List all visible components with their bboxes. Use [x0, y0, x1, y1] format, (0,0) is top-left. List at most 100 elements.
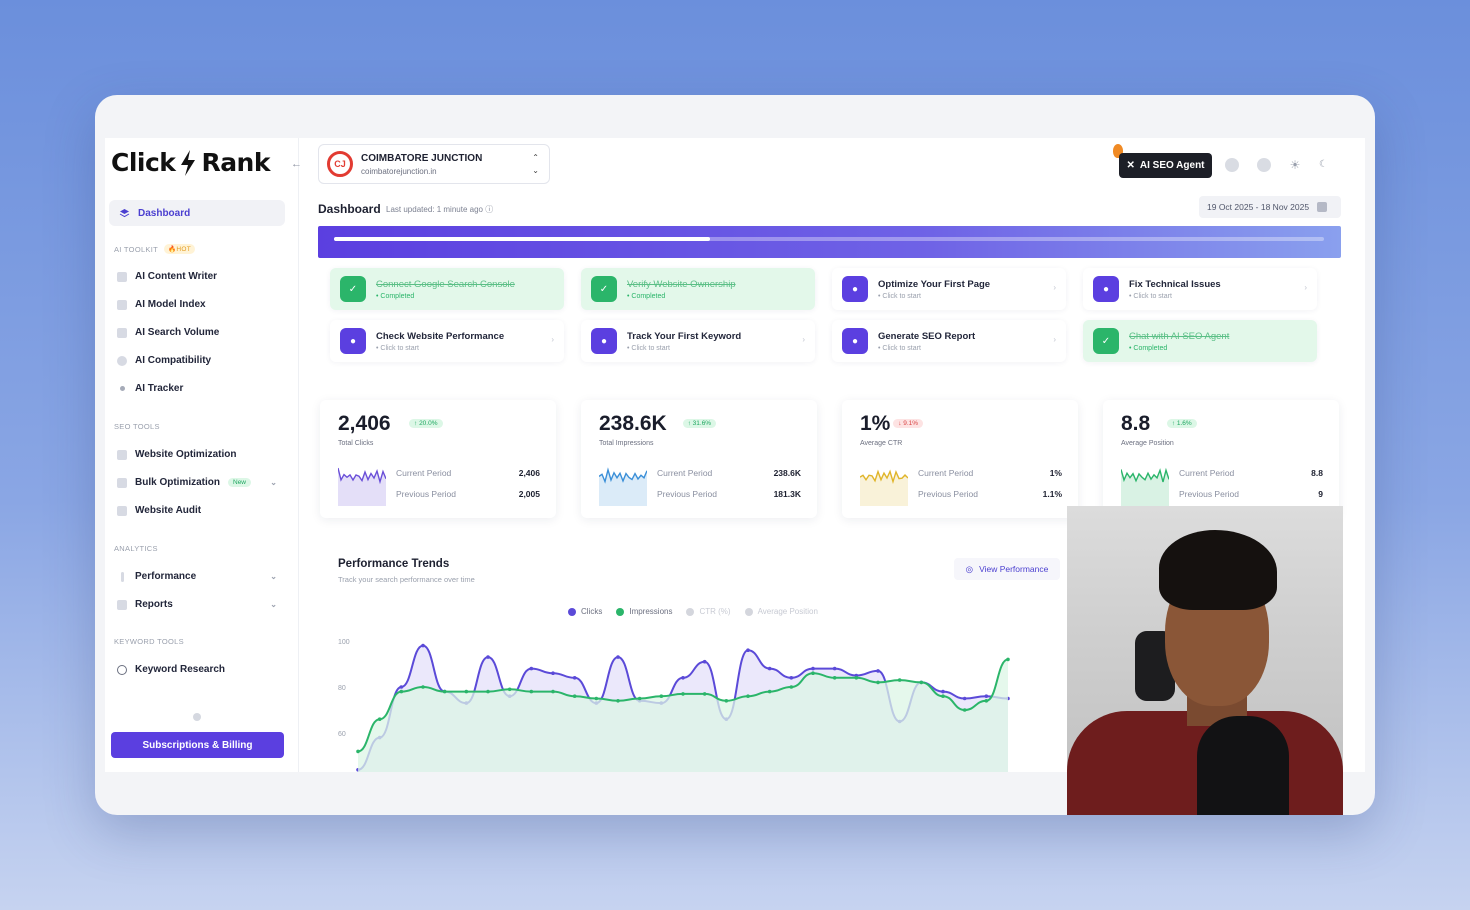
data-point[interactable] — [572, 676, 577, 680]
sun-icon[interactable]: ☀ — [1288, 158, 1302, 172]
last-updated-text: Last updated: 1 minute ago — [386, 205, 483, 214]
data-point[interactable] — [594, 696, 599, 701]
data-point[interactable] — [941, 689, 945, 694]
task-card[interactable]: ✓ Verify Website Ownership • Completed — [581, 268, 815, 310]
data-point[interactable] — [767, 666, 772, 671]
data-point[interactable] — [486, 689, 490, 694]
sidebar-item-keyword-research[interactable]: Keyword Research — [117, 664, 277, 675]
task-card[interactable]: ● Check Website Performance • Click to sta… — [330, 320, 564, 362]
data-point[interactable] — [811, 671, 815, 675]
task-card[interactable]: ● Track Your First Keyword • Click to star… — [581, 320, 815, 362]
metric-card[interactable]: 1% ↓ 9.1% Average CTR Current Period 1% Previ… — [842, 400, 1078, 518]
metric-card[interactable]: 8.8 ↑ 1.6% Average Position Current Period 8… — [1103, 400, 1339, 518]
rocket-icon — [117, 449, 127, 460]
sidebar-item-ai-model-index[interactable]: AI Model Index — [117, 299, 277, 310]
metric-card[interactable]: 2,406 ↑ 20.0% Total Clicks Current Period 2,… — [320, 400, 556, 518]
data-point[interactable] — [962, 696, 967, 701]
sidebar-item-bulk-optimization[interactable]: Bulk Optimization New ⌄ — [117, 477, 277, 488]
data-point[interactable] — [551, 689, 555, 694]
data-point[interactable] — [789, 676, 794, 680]
legend-item-average-position[interactable]: Average Position — [744, 607, 818, 616]
sidebar-item-website-audit[interactable]: Website Audit — [117, 505, 277, 516]
sidebar-item-website-optimization[interactable]: Website Optimization — [117, 449, 277, 460]
legend-item-ctr[interactable]: CTR (%) — [686, 607, 731, 616]
page-title: Dashboard — [318, 202, 381, 216]
metric-value: 2,406 — [338, 412, 391, 435]
task-card[interactable]: ● Optimize Your First Page • Click to star… — [832, 268, 1066, 310]
data-point[interactable] — [1006, 657, 1010, 662]
data-point[interactable] — [789, 685, 794, 689]
data-point[interactable] — [616, 655, 620, 659]
data-point[interactable] — [551, 671, 555, 675]
data-point[interactable] — [854, 676, 859, 680]
data-point[interactable] — [464, 689, 469, 694]
task-card[interactable]: ✓ Connect Google Search Console • Complete… — [330, 268, 564, 310]
data-point[interactable] — [681, 676, 685, 680]
task-title: Fix Technical Issues — [1129, 278, 1221, 290]
data-point[interactable] — [832, 676, 837, 680]
sidebar-item-ai-content-writer[interactable]: AI Content Writer — [117, 271, 277, 282]
task-status: • Completed — [1129, 344, 1168, 352]
sidebar-item-dashboard[interactable]: Dashboard — [109, 200, 285, 226]
data-point[interactable] — [681, 692, 685, 696]
legend-item-impressions[interactable]: Impressions — [616, 607, 672, 616]
sidebar-item-ai-search-volume[interactable]: AI Search Volume — [117, 327, 277, 338]
ai-seo-agent-button[interactable]: ✕ AI SEO Agent — [1119, 153, 1212, 178]
data-point[interactable] — [616, 699, 620, 703]
data-point[interactable] — [421, 643, 425, 648]
data-point[interactable] — [399, 689, 404, 694]
moon-icon[interactable]: ☾ — [1319, 158, 1333, 172]
data-point[interactable] — [421, 685, 425, 689]
task-card[interactable]: ● Fix Technical Issues • Click to start › — [1083, 268, 1317, 310]
data-point[interactable] — [832, 666, 837, 671]
logo-text-right: Rank — [201, 148, 270, 177]
data-point[interactable] — [702, 692, 707, 696]
data-point[interactable] — [399, 685, 404, 689]
clickrank-logo[interactable]: Click Rank — [111, 148, 270, 177]
data-point[interactable] — [962, 708, 967, 712]
data-point[interactable] — [529, 689, 534, 694]
collapse-sidebar-icon[interactable]: ← — [291, 158, 302, 170]
data-point[interactable] — [767, 689, 772, 694]
task-card[interactable]: ✓ Chat with AI SEO Agent • Completed — [1083, 320, 1317, 362]
data-point[interactable] — [659, 694, 664, 698]
data-point[interactable] — [377, 717, 382, 721]
metric-card[interactable]: 238.6K ↑ 31.6% Total Impressions Current Pe… — [581, 400, 817, 518]
data-point[interactable] — [724, 699, 729, 703]
site-selector[interactable]: CJ COIMBATORE JUNCTION coimbatorejunctio… — [318, 144, 550, 184]
data-point[interactable] — [356, 749, 360, 754]
data-point[interactable] — [984, 699, 989, 703]
play-icon[interactable] — [1225, 158, 1239, 172]
date-range-picker[interactable]: 19 Oct 2025 - 18 Nov 2025 — [1199, 196, 1341, 218]
data-point[interactable] — [897, 678, 902, 682]
sidebar-item-ai-tracker[interactable]: AI Tracker — [117, 383, 277, 394]
data-point[interactable] — [984, 694, 989, 698]
data-point[interactable] — [876, 680, 880, 685]
sidebar-item-reports[interactable]: Reports ⌄ — [117, 599, 277, 610]
view-performance-button[interactable]: ◎ View Performance — [954, 558, 1060, 580]
data-point[interactable] — [572, 694, 577, 698]
metric-label: Total Impressions — [599, 440, 654, 447]
new-badge: New — [228, 478, 252, 487]
data-point[interactable] — [442, 689, 447, 694]
data-point[interactable] — [637, 696, 642, 701]
data-point[interactable] — [746, 694, 750, 698]
data-point[interactable] — [876, 669, 880, 673]
legend-item-clicks[interactable]: Clicks — [568, 607, 602, 616]
data-point[interactable] — [486, 655, 490, 659]
task-card[interactable]: ● Generate SEO Report • Click to start › — [832, 320, 1066, 362]
data-point[interactable] — [746, 648, 750, 652]
sidebar-item-label: Bulk Optimization — [135, 477, 220, 488]
sidebar-item-ai-compatibility[interactable]: AI Compatibility — [117, 355, 277, 366]
data-point[interactable] — [919, 680, 924, 685]
data-point[interactable] — [507, 687, 512, 692]
data-point[interactable] — [529, 666, 534, 671]
data-point[interactable] — [702, 659, 707, 664]
previous-period-row: Previous Period 9 — [1179, 489, 1323, 499]
subscriptions-billing-button[interactable]: Subscriptions & Billing — [111, 732, 284, 758]
data-point[interactable] — [941, 694, 945, 698]
webcam-overlay — [1067, 506, 1343, 815]
sidebar-item-performance[interactable]: Performance ⌄ — [117, 571, 277, 582]
clock-icon[interactable] — [1257, 158, 1271, 172]
data-point[interactable] — [811, 666, 815, 671]
